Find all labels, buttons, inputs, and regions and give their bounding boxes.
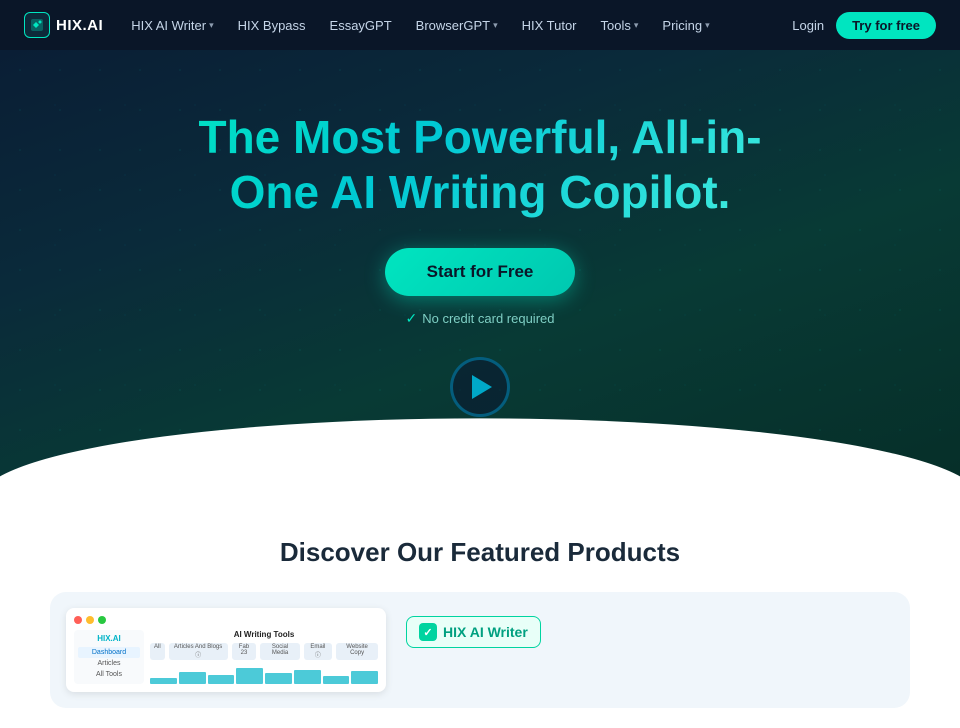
hero-subtitle: ✓ No credit card required (20, 310, 940, 327)
screenshot-tabs: All Articles And Blogs ⓘ Fab 23 Social M… (150, 643, 378, 660)
window-dots (74, 616, 378, 624)
chart-bar (294, 670, 321, 684)
screenshot-sidebar-item-alltools: All Tools (78, 669, 140, 680)
chart-bar (179, 672, 206, 684)
chevron-down-icon: ▾ (209, 20, 214, 31)
logo[interactable]: HIX.AI (24, 12, 103, 38)
nav-item-essaygpt[interactable]: EssayGPT (320, 12, 402, 39)
screenshot-tab-all: All (150, 643, 165, 660)
chevron-down-icon: ▾ (705, 20, 710, 31)
screenshot-tab-social: Social Media (260, 643, 299, 660)
logo-icon (24, 12, 50, 38)
screenshot-tab-website: Website Copy (336, 643, 378, 660)
screenshot-tab-fab: Fab 23 (232, 643, 257, 660)
play-icon (472, 375, 492, 399)
badge-check-icon: ✓ (419, 623, 437, 641)
logo-text: HIX.AI (56, 17, 103, 34)
hero-section: The Most Powerful, All-in- One AI Writin… (0, 50, 960, 497)
nav-item-hix-bypass[interactable]: HIX Bypass (228, 12, 316, 39)
screenshot-logo: HIX.AI (78, 634, 140, 643)
screenshot-content: HIX.AI Dashboard Articles All Tools AI W… (74, 630, 378, 684)
product-badge: ✓ HIX AI Writer (406, 616, 541, 648)
chart-bar (265, 673, 292, 684)
chart-bar (150, 678, 177, 684)
navbar: HIX.AI HIX AI Writer ▾ HIX Bypass EssayG… (0, 0, 960, 50)
nav-item-pricing[interactable]: Pricing ▾ (652, 12, 719, 39)
nav-actions: Login Try for free (792, 12, 936, 39)
try-for-free-button[interactable]: Try for free (836, 12, 936, 39)
chevron-down-icon: ▾ (634, 20, 639, 31)
screenshot-sidebar-item-dashboard: Dashboard (78, 647, 140, 658)
login-button[interactable]: Login (792, 18, 824, 33)
chevron-down-icon: ▾ (493, 20, 498, 31)
chart-bar (208, 675, 235, 684)
nav-item-hix-tutor[interactable]: HIX Tutor (512, 12, 587, 39)
start-for-free-button[interactable]: Start for Free (385, 248, 576, 296)
nav-items: HIX AI Writer ▾ HIX Bypass EssayGPT Brow… (121, 12, 792, 39)
dot-yellow (86, 616, 94, 624)
screenshot-chart (150, 664, 378, 684)
screenshot-sidebar-item-articles: Articles (78, 658, 140, 669)
nav-item-tools[interactable]: Tools ▾ (591, 12, 649, 39)
nav-item-hix-writer[interactable]: HIX AI Writer ▾ (121, 12, 223, 39)
chart-bar (236, 668, 263, 684)
screenshot-main: AI Writing Tools All Articles And Blogs … (150, 630, 378, 684)
screenshot-main-title: AI Writing Tools (150, 630, 378, 639)
products-section-title: Discover Our Featured Products (20, 537, 940, 568)
nav-item-browsergpt[interactable]: BrowserGPT ▾ (406, 12, 508, 39)
product-card: HIX.AI Dashboard Articles All Tools AI W… (50, 592, 910, 708)
dot-red (74, 616, 82, 624)
product-screenshot: HIX.AI Dashboard Articles All Tools AI W… (66, 608, 386, 692)
hero-content: The Most Powerful, All-in- One AI Writin… (20, 110, 940, 417)
screenshot-tab-email: Email ⓘ (304, 643, 333, 660)
dot-green (98, 616, 106, 624)
check-icon: ✓ (406, 310, 418, 327)
screenshot-tab-articles: Articles And Blogs ⓘ (169, 643, 228, 660)
products-section: Discover Our Featured Products HIX.AI Da… (0, 497, 960, 728)
screenshot-sidebar: HIX.AI Dashboard Articles All Tools (74, 630, 144, 684)
chart-bar (351, 671, 378, 684)
product-name: HIX AI Writer (443, 624, 528, 640)
product-info: ✓ HIX AI Writer (406, 608, 894, 656)
play-video-button[interactable] (450, 357, 510, 417)
hero-title: The Most Powerful, All-in- One AI Writin… (140, 110, 820, 220)
chart-bar (323, 676, 350, 684)
